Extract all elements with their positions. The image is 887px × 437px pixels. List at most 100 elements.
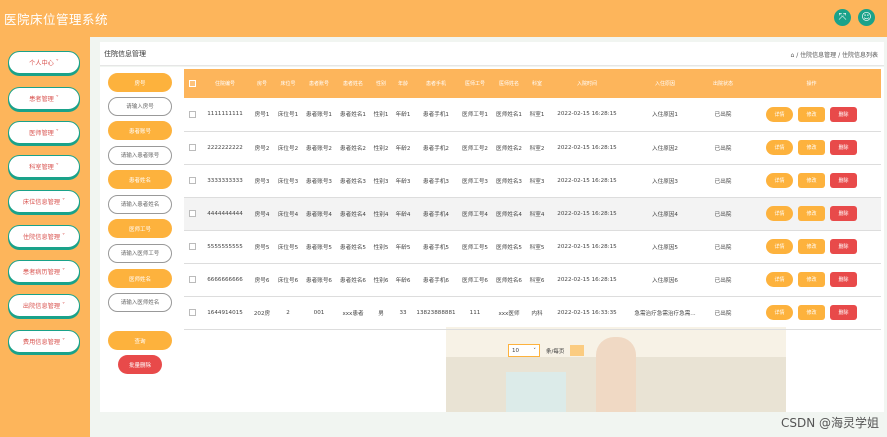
chevron-down-icon: ˅ [53,95,59,102]
sidebar-item-inpatient-management[interactable]: 住院信息管理 ˅ [8,225,80,248]
table-cell: 6666666666 [207,276,243,283]
detail-button[interactable]: 详情 [766,140,793,155]
sidebar-item-medical-record-management[interactable]: 患者病历管理 ˅ [8,260,80,283]
row-checkbox[interactable] [184,164,200,197]
sidebar-item-bed-management[interactable]: 床位信息管理 ˅ [8,190,80,213]
row-actions: 详情 修改 删除 [742,131,881,164]
edit-button[interactable]: 修改 [798,106,825,122]
sidebar-item-doctor-management[interactable]: 医师管理 ˅ [8,121,80,144]
table-cell: 床位号4 [277,211,299,218]
table-cell: 床位号2 [277,145,299,152]
table-row[interactable]: 4444444444 房号4 床位号4 患者账号4 患者姓名4 性别4 年龄4 患者手机4 医师… [184,197,881,230]
column-header: 性别 [375,81,386,87]
table-row[interactable]: 1644914015 202房 2 001 xxx患者 男 33 13823888881 111… [184,296,881,329]
table-cell: 科室4 [529,211,545,218]
select-all-checkbox[interactable] [184,69,200,98]
pagination: 10 ˅ 条/每页 [508,344,585,357]
chevron-down-icon: ˅ [60,233,66,240]
sidebar-item-fee-management[interactable]: 费用信息管理 ˅ [8,330,80,353]
delete-button[interactable]: 删除 [830,305,857,320]
detail-button[interactable]: 详情 [766,106,793,122]
table-cell: 床位号1 [277,112,299,119]
edit-button[interactable]: 修改 [798,140,825,155]
edit-button[interactable]: 修改 [798,173,825,188]
table-cell: 科室3 [529,178,545,185]
sidebar-item-department-management[interactable]: 科室管理 ˅ [8,155,80,178]
delete-button[interactable]: 删除 [830,272,857,287]
sidebar-item-label: 费用信息管理 [22,339,61,346]
column-header: 医师姓名 [498,81,519,87]
table-cell: 患者姓名5 [340,244,366,251]
delete-button[interactable]: 删除 [830,239,857,254]
row-checkbox[interactable] [184,230,200,263]
detail-button[interactable]: 详情 [766,272,793,287]
edit-button[interactable]: 修改 [798,305,825,320]
search-label-doctor-name: 医师姓名 [108,269,172,288]
chevron-down-icon: ˅ [53,129,59,136]
row-checkbox[interactable] [184,197,200,230]
table-cell: 2022-02-15 16:33:35 [557,309,617,316]
table-cell: 房号3 [254,178,270,185]
delete-button[interactable]: 删除 [830,106,857,122]
detail-button[interactable]: 详情 [766,206,793,221]
page-size-label: 条/每页 [546,348,565,355]
row-checkbox[interactable] [184,98,200,131]
table-cell: 已出院 [714,112,732,119]
table-row[interactable]: 2222222222 房号2 床位号2 患者账号2 患者姓名2 性别2 年龄2 患者手机2 医师… [184,131,881,164]
table-row[interactable]: 3333333333 房号3 床位号3 患者账号3 患者姓名3 性别3 年龄3 患者手机3 医师… [184,164,881,197]
page-size-select[interactable]: 10 ˅ [508,344,540,357]
delete-button[interactable]: 删除 [830,140,857,155]
breadcrumb: 住院信息管理 ⌂ / 住院信息管理 / 住院信息列表 [100,42,884,66]
column-header: 入院时间 [576,81,597,87]
table-cell: 床位号3 [277,178,299,185]
table-cell: 2022-02-15 16:28:15 [557,111,617,118]
table-cell: 4444444444 [207,210,243,217]
patient-name-input[interactable] [108,195,172,214]
table-cell: 急需治疗急需治疗急需... [634,310,696,317]
detail-button[interactable]: 详情 [766,239,793,254]
table-cell: 科室5 [529,244,545,251]
row-checkbox[interactable] [184,296,200,329]
sidebar-item-personal-center[interactable]: 个人中心 ˅ [8,51,80,74]
batch-delete-button[interactable]: 批量删除 [118,355,162,374]
page-title: 住院信息管理 [104,50,146,58]
page-jump-box[interactable] [570,345,585,356]
column-header: 患者账号 [308,81,329,87]
row-checkbox[interactable] [184,131,200,164]
row-actions: 详情 修改 删除 [742,296,881,329]
detail-button[interactable]: 详情 [766,173,793,188]
doctor-name-input[interactable] [108,293,172,312]
delete-button[interactable]: 删除 [830,206,857,221]
patient-account-input[interactable] [108,146,172,165]
chevron-down-icon: ˅ [53,59,59,66]
table-row[interactable]: 1111111111 房号1 床位号1 患者账号1 患者姓名1 性别1 年龄1 患者手机1 医师… [184,98,881,131]
table-cell: xxx患者 [342,310,364,317]
table-row[interactable]: 6666666666 房号6 床位号6 患者账号6 患者姓名6 性别6 年龄6 患者手机6 医师… [184,263,881,296]
room-number-input[interactable] [108,97,172,116]
search-button[interactable]: 查询 [108,331,172,350]
row-actions: 详情 修改 删除 [742,263,881,296]
user-avatar-icon[interactable]: ☺ [858,9,875,26]
table-cell: 患者姓名2 [340,145,366,152]
table-cell: 科室2 [529,145,545,152]
edit-button[interactable]: 修改 [798,239,825,254]
sidebar-item-discharge-management[interactable]: 出院信息管理 ˅ [8,294,80,317]
table-cell: 已出院 [714,310,732,317]
breadcrumb-path[interactable]: ⌂ / 住院信息管理 / 住院信息列表 [791,50,878,59]
table-cell: 2222222222 [207,144,243,151]
sidebar-item-patient-management[interactable]: 患者管理 ˅ [8,87,80,110]
row-checkbox[interactable] [184,263,200,296]
table-cell: 医师姓名1 [496,112,522,119]
edit-button[interactable]: 修改 [798,272,825,287]
table-row[interactable]: 5555555555 房号5 床位号5 患者账号5 患者姓名5 性别5 年龄5 患者手机5 医师… [184,230,881,263]
edit-button[interactable]: 修改 [798,206,825,221]
doctor-id-input[interactable] [108,244,172,263]
delete-button[interactable]: 删除 [830,173,857,188]
table-cell: 医师工号6 [462,277,488,284]
table-cell: 医师工号1 [462,112,488,119]
table-cell: 患者手机3 [423,178,449,185]
detail-button[interactable]: 详情 [766,305,793,320]
table-cell: 患者手机6 [423,277,449,284]
table-cell: 性别6 [373,277,389,284]
fullscreen-icon[interactable]: ⤧ [834,9,851,26]
